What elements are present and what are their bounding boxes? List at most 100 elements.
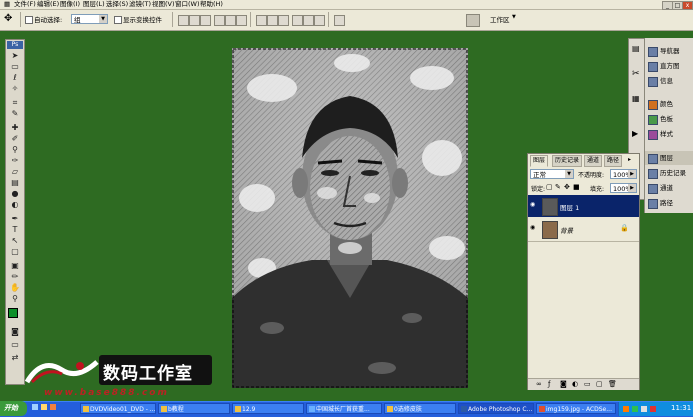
task-browser[interactable]: 中国城长厂首获重... (306, 403, 382, 414)
visibility-eye-icon[interactable]: ◉ (530, 225, 538, 231)
tray-icon[interactable] (632, 406, 638, 412)
tab-layers[interactable]: 图层 (530, 155, 549, 167)
align-top-icon[interactable] (178, 15, 189, 26)
distribute-bottom-icon[interactable] (278, 15, 289, 26)
lock-paint-icon[interactable]: ✎ (555, 183, 561, 191)
quicklaunch-media-icon[interactable] (50, 404, 56, 410)
actions-icon[interactable]: ▶ (632, 129, 638, 138)
align-right-icon[interactable] (236, 15, 247, 26)
layer-row-background[interactable]: ◉ 背景 🔒 (528, 218, 639, 240)
menu-edit[interactable]: 编辑(E) (37, 0, 59, 9)
quick-mask-icon[interactable]: ◙ (9, 327, 21, 337)
distribute-top-icon[interactable] (256, 15, 267, 26)
tray-icon[interactable] (623, 406, 629, 412)
align-vcenter-icon[interactable] (189, 15, 200, 26)
start-button[interactable]: 开始 (0, 401, 27, 416)
magic-wand-icon[interactable]: ✧ (9, 84, 21, 94)
dodge-tool-icon[interactable]: ◐ (9, 200, 21, 210)
eyedropper-icon[interactable]: ✏ (9, 272, 21, 282)
dock-item-navigator[interactable]: 导航器 (645, 44, 693, 58)
dock-item-info[interactable]: 信息 (645, 74, 693, 88)
dock-item-swatches[interactable]: 色板 (645, 112, 693, 126)
brush-tool-icon[interactable]: ✐ (9, 134, 21, 144)
blend-mode-dropdown[interactable]: 正常 ▼ (530, 169, 574, 179)
distribute-left-icon[interactable] (292, 15, 303, 26)
new-layer-icon[interactable]: ▢ (596, 380, 603, 388)
crop-tool-icon[interactable]: ⌗ (9, 98, 21, 108)
lock-all-icon[interactable]: ■ (573, 183, 580, 191)
path-select-icon[interactable]: ↖ (9, 236, 21, 246)
tab-channels[interactable]: 通道 (584, 155, 603, 167)
lock-transparency-icon[interactable]: ▢ (546, 183, 553, 191)
distribute-hcenter-icon[interactable] (303, 15, 314, 26)
slice-tool-icon[interactable]: ✎ (9, 109, 21, 119)
notes-tool-icon[interactable]: ▣ (9, 261, 21, 271)
panel-menu-icon[interactable]: ▸ (628, 156, 631, 163)
distribute-right-icon[interactable] (314, 15, 325, 26)
dock-item-channels[interactable]: 通道 (645, 181, 693, 195)
move-tool-icon[interactable]: ➤ (9, 51, 21, 61)
jump-to-imageready-icon[interactable]: ⇄ (9, 353, 21, 363)
layer-style-icon[interactable]: ƒ (548, 380, 550, 388)
palette-well-icon[interactable] (466, 14, 480, 27)
move-tool-icon[interactable]: ✥ (4, 13, 12, 24)
tool-preset-icon[interactable]: ✂ (632, 69, 640, 79)
eraser-tool-icon[interactable]: ▱ (9, 167, 21, 177)
task-skin[interactable]: 0选修皮肤 (384, 403, 456, 414)
align-bottom-icon[interactable] (200, 15, 211, 26)
menu-file[interactable]: 文件(F) (14, 0, 36, 9)
tab-paths[interactable]: 路径 (604, 155, 623, 167)
tray-icon[interactable] (641, 406, 647, 412)
delete-layer-icon[interactable]: 🗑 (608, 380, 617, 388)
distribute-vcenter-icon[interactable] (267, 15, 278, 26)
layer-mask-icon[interactable]: ◙ (560, 380, 567, 388)
align-left-icon[interactable] (214, 15, 225, 26)
menu-image[interactable]: 图像(I) (60, 0, 80, 9)
new-group-icon[interactable]: ▭ (584, 380, 591, 388)
clone-stamp-icon[interactable]: ⚲ (9, 145, 21, 155)
task-dvdvideo[interactable]: DVDVideo01_DVD - ... (80, 403, 156, 414)
auto-align-icon[interactable] (334, 15, 345, 26)
lock-position-icon[interactable]: ✥ (564, 183, 570, 191)
tab-history[interactable]: 历史记录 (552, 155, 583, 167)
auto-select-checkbox[interactable] (25, 16, 33, 24)
show-transform-checkbox[interactable] (114, 16, 122, 24)
menu-filter[interactable]: 滤镜(T) (129, 0, 151, 9)
task-acdsee[interactable]: img159.jpg - ACDSe... (536, 403, 616, 414)
dock-item-paths[interactable]: 路径 (645, 196, 693, 210)
screen-mode-icon[interactable]: ▭ (9, 340, 21, 350)
brush-preset-icon[interactable]: ▤ (632, 44, 640, 53)
dock-item-styles[interactable]: 样式 (645, 127, 693, 141)
menu-select[interactable]: 选择(S) (106, 0, 128, 9)
quicklaunch-ie-icon[interactable] (32, 404, 38, 410)
history-brush-icon[interactable]: ✑ (9, 156, 21, 166)
foreground-color-swatch[interactable] (8, 308, 18, 318)
shape-tool-icon[interactable]: ▢ (9, 247, 21, 257)
dock-item-layers[interactable]: 图层 (645, 151, 693, 165)
task-12-9[interactable]: 12.9 (232, 403, 304, 414)
task-tutorial[interactable]: b教程 (158, 403, 230, 414)
close-button[interactable]: x (682, 1, 693, 10)
link-layers-icon[interactable]: ∞ (536, 380, 542, 388)
adjustment-layer-icon[interactable]: ◐ (572, 380, 578, 388)
menu-layer[interactable]: 图层(L) (83, 0, 105, 9)
fill-field[interactable]: 100% ▶ (610, 183, 637, 193)
document-canvas[interactable] (232, 48, 468, 388)
lasso-tool-icon[interactable]: ℓ (9, 73, 21, 83)
marquee-tool-icon[interactable]: ▭ (9, 62, 21, 72)
dock-item-histogram[interactable]: 直方图 (645, 59, 693, 73)
opacity-field[interactable]: 100% ▶ (610, 169, 637, 179)
align-hcenter-icon[interactable] (225, 15, 236, 26)
dock-item-color[interactable]: 颜色 (645, 97, 693, 111)
workspace-button[interactable]: 工作区 (490, 14, 510, 24)
zoom-tool-icon[interactable]: ⚲ (9, 294, 21, 304)
tray-icon[interactable] (650, 406, 656, 412)
menu-window[interactable]: 窗口(W) (175, 0, 200, 9)
menu-view[interactable]: 视图(V) (152, 0, 175, 9)
gradient-tool-icon[interactable]: ▤ (9, 178, 21, 188)
quicklaunch-folder-icon[interactable] (41, 404, 47, 410)
layer-row-layer1[interactable]: ◉ 图层 1 (528, 195, 639, 217)
type-tool-icon[interactable]: T (9, 225, 21, 235)
task-photoshop[interactable]: Adobe Photoshop C... (458, 403, 534, 414)
menu-help[interactable]: 帮助(H) (200, 0, 223, 9)
